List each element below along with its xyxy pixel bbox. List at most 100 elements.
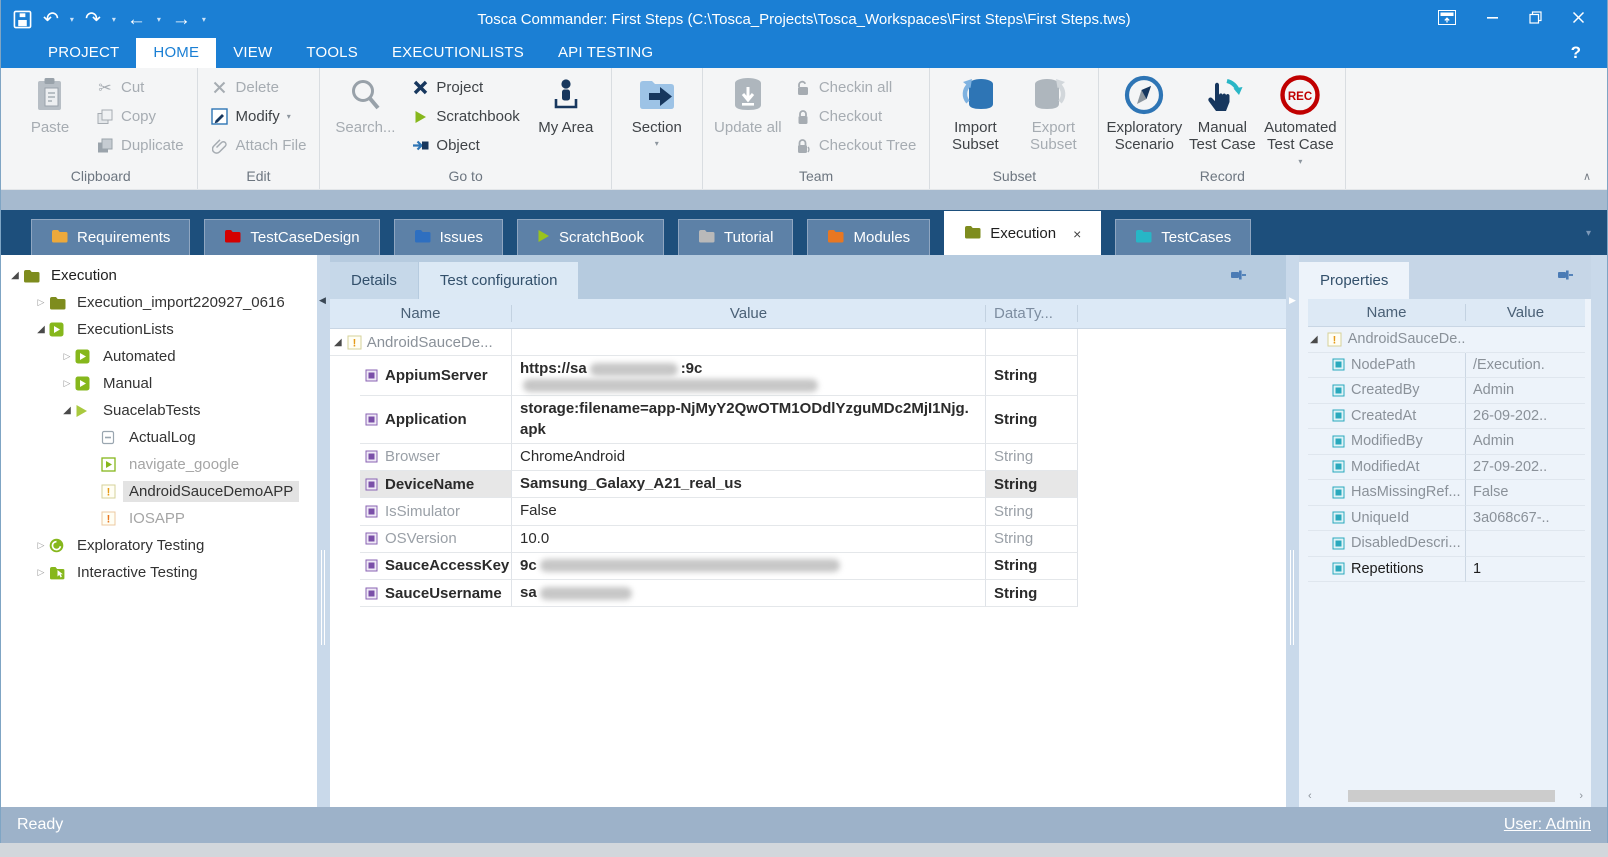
menu-tab-project[interactable]: PROJECT xyxy=(31,38,136,68)
menu-tab-home[interactable]: HOME xyxy=(136,38,216,68)
doc-tab-execution[interactable]: Execution× xyxy=(944,211,1101,255)
column-header-dataty[interactable]: DataTy... xyxy=(986,305,1078,322)
section-dropdown-icon[interactable]: ▾ xyxy=(655,139,659,148)
table-row-sauceusername[interactable]: SauceUsernamesaString xyxy=(330,580,1286,607)
section-button[interactable]: Section ▾ xyxy=(618,71,696,148)
config-datatype-cell[interactable]: String xyxy=(986,580,1078,607)
property-value-cell[interactable]: Admin xyxy=(1466,429,1585,455)
config-datatype-cell[interactable]: String xyxy=(986,396,1078,444)
property-row-nodepath[interactable]: NodePath/Execution. xyxy=(1308,353,1585,379)
redo-button[interactable]: ↷ xyxy=(85,10,101,29)
config-value-cell[interactable]: https://sa:9c xyxy=(512,356,986,396)
automated-test-case-dropdown-icon[interactable]: ▾ xyxy=(1298,157,1302,166)
property-value-cell[interactable]: 26-09-202.. xyxy=(1466,404,1585,430)
config-value-cell[interactable]: ChromeAndroid xyxy=(512,444,986,471)
property-value-cell[interactable]: Admin xyxy=(1466,378,1585,404)
config-name-cell[interactable]: SauceAccessKey xyxy=(360,553,512,580)
scroll-left-icon[interactable]: ‹ xyxy=(1308,789,1312,803)
doc-tab-testcasedesign[interactable]: TestCaseDesign xyxy=(204,219,379,255)
tab-details[interactable]: Details xyxy=(330,262,418,299)
undo-dropdown-icon[interactable]: ▾ xyxy=(70,15,74,24)
goto-scratchbook-button[interactable]: Scratchbook xyxy=(404,102,526,131)
menu-tab-api-testing[interactable]: API TESTING xyxy=(541,38,670,68)
update-all-button[interactable]: Update all xyxy=(709,71,787,136)
expander-collapsed-icon[interactable]: ▷ xyxy=(59,378,75,389)
tab-list-dropdown-icon[interactable]: ▾ xyxy=(1586,228,1591,239)
back-button[interactable]: ← xyxy=(127,10,146,29)
pin-icon[interactable] xyxy=(1229,268,1246,287)
back-dropdown-icon[interactable]: ▾ xyxy=(157,15,161,24)
pin-icon[interactable] xyxy=(1556,268,1573,287)
property-row-repetitions[interactable]: Repetitions1 xyxy=(1308,557,1585,583)
tree-item-actuallog[interactable]: ActualLog xyxy=(1,424,317,451)
expander-collapsed-icon[interactable]: ▷ xyxy=(33,297,49,308)
property-value-cell[interactable]: False xyxy=(1466,480,1585,506)
property-row-createdby[interactable]: CreatedByAdmin xyxy=(1308,378,1585,404)
expander-collapsed-icon[interactable]: ▷ xyxy=(33,540,49,551)
expander-collapsed-icon[interactable]: ▷ xyxy=(59,351,75,362)
copy-button[interactable]: Copy xyxy=(89,102,191,131)
property-value-cell[interactable] xyxy=(1466,531,1585,557)
manual-test-case-button[interactable]: Manual Test Case xyxy=(1183,71,1261,154)
table-row-appiumserver[interactable]: AppiumServerhttps://sa:9cString xyxy=(330,356,1286,396)
config-datatype-cell[interactable]: String xyxy=(986,526,1078,553)
table-row-browser[interactable]: BrowserChromeAndroidString xyxy=(330,444,1286,471)
config-datatype-cell[interactable]: String xyxy=(986,444,1078,471)
column-header-value[interactable]: Value xyxy=(512,305,986,322)
property-row-createdat[interactable]: CreatedAt26-09-202.. xyxy=(1308,404,1585,430)
property-row-modifiedat[interactable]: ModifiedAt27-09-202.. xyxy=(1308,455,1585,481)
config-parent-row[interactable]: ◢!AndroidSauceDe... xyxy=(330,329,1286,356)
property-value-cell[interactable]: /Execution. xyxy=(1466,353,1585,379)
forward-button[interactable]: → xyxy=(172,10,191,29)
close-icon[interactable] xyxy=(1572,11,1585,27)
config-value-cell[interactable]: 10.0 xyxy=(512,526,986,553)
property-row-uniqueid[interactable]: UniqueId3a068c67-.. xyxy=(1308,506,1585,532)
expander-expanded-icon[interactable]: ◢ xyxy=(1310,334,1318,345)
config-name-cell[interactable]: SauceUsername xyxy=(360,580,512,607)
property-row-hasmissingref[interactable]: HasMissingRef...False xyxy=(1308,480,1585,506)
config-name-cell[interactable]: IsSimulator xyxy=(360,498,512,525)
tree-item-interactive-testing[interactable]: ▷Interactive Testing xyxy=(1,559,317,586)
restore-icon[interactable] xyxy=(1529,11,1542,27)
table-row-devicename[interactable]: DeviceNameSamsung_Galaxy_A21_real_usStri… xyxy=(330,471,1286,498)
collapse-ribbon-icon[interactable]: ∧ xyxy=(1583,170,1591,183)
forward-dropdown-icon[interactable]: ▾ xyxy=(202,15,206,24)
tree-item-navigate-google[interactable]: navigate_google xyxy=(1,451,317,478)
user-link[interactable]: User: Admin xyxy=(1504,816,1591,834)
duplicate-button[interactable]: Duplicate xyxy=(89,131,191,160)
table-row-osversion[interactable]: OSVersion10.0String xyxy=(330,526,1286,553)
column-header-name[interactable]: Name xyxy=(1308,304,1466,321)
goto-object-button[interactable]: Object xyxy=(404,131,526,160)
doc-tab-requirements[interactable]: Requirements xyxy=(31,219,190,255)
config-value-cell[interactable]: Samsung_Galaxy_A21_real_us xyxy=(512,471,986,498)
modify-button[interactable]: Modify▾ xyxy=(204,102,314,131)
scrollbar-thumb[interactable] xyxy=(1348,790,1555,802)
column-header-value[interactable]: Value xyxy=(1466,304,1585,321)
scroll-right-icon[interactable]: › xyxy=(1579,789,1583,803)
goto-project-button[interactable]: Project xyxy=(404,73,526,102)
tree-item-automated[interactable]: ▷Automated xyxy=(1,343,317,370)
checkin-all-button[interactable]: Checkin all xyxy=(787,73,924,102)
expander-collapsed-icon[interactable]: ▷ xyxy=(33,567,49,578)
expander-expanded-icon[interactable]: ◢ xyxy=(334,337,342,348)
tree-item-exploratory-testing[interactable]: ▷Exploratory Testing xyxy=(1,532,317,559)
config-datatype-cell[interactable]: String xyxy=(986,356,1078,396)
tree-item-suacelabtests[interactable]: ◢SuacelabTests xyxy=(1,397,317,424)
undo-button[interactable]: ↶ xyxy=(43,10,59,29)
expander-expanded-icon[interactable]: ◢ xyxy=(59,405,75,416)
save-button[interactable] xyxy=(13,10,32,29)
properties-parent-row[interactable]: ◢!AndroidSauceDe... xyxy=(1308,327,1585,353)
cut-button[interactable]: ✂Cut xyxy=(89,73,191,102)
tree-item-manual[interactable]: ▷Manual xyxy=(1,370,317,397)
checkout-tree-button[interactable]: Checkout Tree xyxy=(787,131,924,160)
config-value-cell[interactable]: sa xyxy=(512,580,986,607)
doc-tab-modules[interactable]: Modules xyxy=(807,219,930,255)
config-datatype-cell[interactable]: String xyxy=(986,471,1078,498)
paste-button[interactable]: Paste xyxy=(11,71,89,136)
config-name-cell[interactable]: DeviceName xyxy=(360,471,512,498)
collapse-right-panel-icon[interactable]: ▶ xyxy=(1289,295,1296,306)
tree-item-androidsaucedemoapp[interactable]: !AndroidSauceDemoAPP xyxy=(1,478,317,505)
automated-test-case-button[interactable]: REC Automated Test Case ▾ xyxy=(1261,71,1339,166)
tab-test-configuration[interactable]: Test configuration xyxy=(419,262,579,299)
exploratory-scenario-button[interactable]: Exploratory Scenario xyxy=(1105,71,1183,154)
